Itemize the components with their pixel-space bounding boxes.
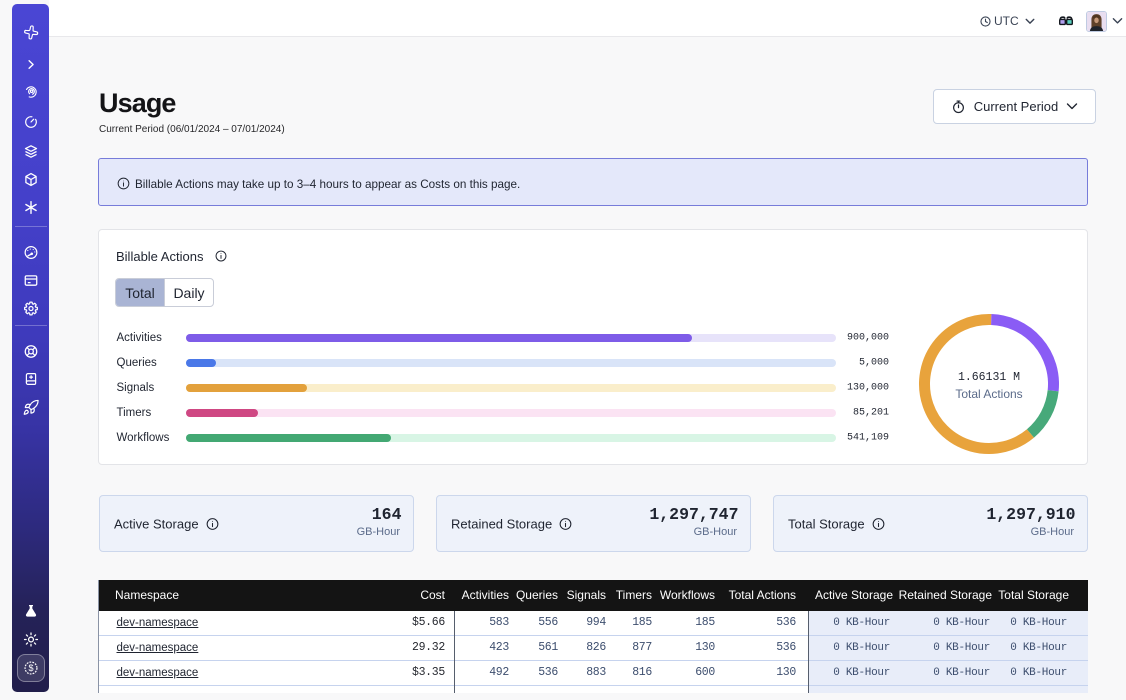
svg-text:$: $ — [28, 663, 33, 673]
